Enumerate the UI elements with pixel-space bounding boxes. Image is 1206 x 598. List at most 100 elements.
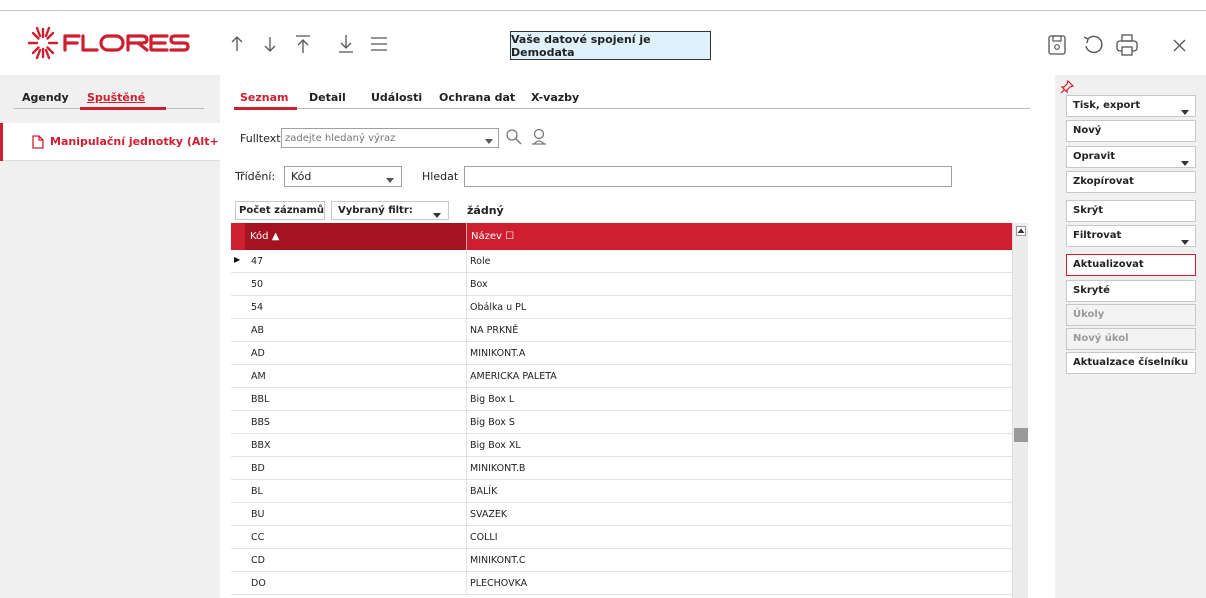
tab-x-vazby-label: X-vazby: [531, 91, 580, 104]
column-header-nazev[interactable]: Název ☐: [466, 223, 1012, 250]
tab-udalosti-label: Události: [371, 91, 423, 104]
arrow-to-top-icon[interactable]: [292, 33, 314, 55]
arrow-down-icon[interactable]: [259, 33, 281, 55]
search-field[interactable]: [464, 166, 952, 187]
tab-udalosti[interactable]: Události: [371, 91, 422, 104]
table-row[interactable]: BBS Big Box S: [231, 411, 1012, 434]
row-selector[interactable]: [231, 319, 245, 341]
aktualzace-ciselniku-button[interactable]: Aktualzace číselníku: [1066, 352, 1196, 374]
table-row[interactable]: BBX Big Box XL: [231, 434, 1012, 457]
cell-nazev: Big Box XL: [470, 440, 521, 451]
document-icon: [32, 135, 44, 152]
chevron-down-icon: [386, 174, 394, 187]
column-divider: [466, 250, 467, 272]
column-header-kod[interactable]: Kód ▲: [245, 223, 466, 250]
row-selector[interactable]: [231, 434, 245, 456]
cell-kod: AM: [251, 371, 266, 382]
row-selector[interactable]: [231, 273, 245, 295]
column-divider: [466, 480, 467, 502]
row-selector[interactable]: [231, 457, 245, 479]
print-icon[interactable]: [1114, 32, 1140, 58]
table-row[interactable]: 54 Obálka u PL: [231, 296, 1012, 319]
column-divider: [466, 319, 467, 341]
cell-nazev: AMERICKA PALETA: [470, 371, 557, 382]
tisk-export-label: Tisk, export: [1073, 100, 1141, 111]
cell-nazev: Big Box L: [470, 394, 515, 405]
row-selector[interactable]: [231, 388, 245, 410]
novy-label: Nový: [1073, 125, 1102, 136]
running-agenda-item[interactable]: Manipulační jednotky (Alt+1): [0, 123, 231, 161]
cell-nazev: Obálka u PL: [470, 302, 527, 313]
table-row[interactable]: BL BALÍK: [231, 480, 1012, 503]
column-divider: [466, 572, 467, 594]
scroll-up-button[interactable]: [1016, 226, 1026, 236]
aktualizovat-button[interactable]: Aktualizovat: [1066, 254, 1196, 276]
table-row[interactable]: BU SVAZEK: [231, 503, 1012, 526]
filtrovat-button[interactable]: Filtrovat: [1066, 225, 1196, 247]
row-selector[interactable]: [231, 503, 245, 525]
advanced-search-icon[interactable]: [530, 128, 548, 149]
fulltext-combobox[interactable]: [281, 128, 499, 148]
cell-kod: CD: [251, 555, 265, 566]
chevron-down-icon[interactable]: [485, 135, 493, 148]
save-icon[interactable]: [1044, 32, 1070, 58]
tab-seznam[interactable]: Seznam: [240, 91, 289, 104]
record-count-button[interactable]: Počet záznamů: [235, 201, 325, 220]
table-row[interactable]: AB NA PRKNĚ: [231, 319, 1012, 342]
data-grid: Kód ▲ Název ☐ ▶ 47 Role 50 Box 54 Obálka u PL A…: [231, 223, 1028, 598]
column-divider: [466, 388, 467, 410]
row-selector[interactable]: ▶: [231, 250, 245, 272]
sorting-select[interactable]: Kód: [284, 166, 402, 187]
table-row[interactable]: BD MINIKONT.B: [231, 457, 1012, 480]
skryte-button[interactable]: Skryté: [1066, 280, 1196, 302]
flores-logo: [25, 23, 225, 63]
tab-ochrana-dat[interactable]: Ochrana dat: [439, 91, 515, 104]
row-selector[interactable]: [231, 342, 245, 364]
filter-select[interactable]: Vybraný filtr:: [331, 201, 449, 220]
hamburger-menu-icon[interactable]: [368, 33, 390, 55]
row-selector[interactable]: [231, 480, 245, 502]
column-divider: [466, 411, 467, 433]
table-row[interactable]: CD MINIKONT.C: [231, 549, 1012, 572]
table-row[interactable]: ▶ 47 Role: [231, 250, 1012, 273]
undo-icon[interactable]: [1080, 32, 1106, 58]
table-row[interactable]: AM AMERICKA PALETA: [231, 365, 1012, 388]
app-header: Vaše datové spojení je Demodata: [0, 11, 1206, 75]
novy-ukol-label: Nový úkol: [1073, 333, 1129, 344]
vertical-scrollbar[interactable]: [1012, 223, 1028, 598]
row-selector[interactable]: [231, 411, 245, 433]
row-selector[interactable]: [231, 296, 245, 318]
filtrovat-label: Filtrovat: [1073, 230, 1122, 241]
table-row[interactable]: DO PLECHOVKA: [231, 572, 1012, 595]
row-selector[interactable]: [231, 526, 245, 548]
table-row[interactable]: CC COLLI: [231, 526, 1012, 549]
table-row[interactable]: AD MINIKONT.A: [231, 342, 1012, 365]
scrollbar-thumb[interactable]: [1014, 428, 1028, 442]
tab-spustene[interactable]: Spuštěné: [87, 91, 145, 104]
filter-value: žádný: [467, 204, 504, 217]
row-selector[interactable]: [231, 549, 245, 571]
table-row[interactable]: BBL Big Box L: [231, 388, 1012, 411]
fulltext-input[interactable]: [285, 130, 480, 146]
close-icon[interactable]: [1167, 32, 1193, 58]
zkopirovat-button[interactable]: Zkopírovat: [1066, 171, 1196, 193]
active-item-bar: [0, 123, 3, 161]
search-icon[interactable]: [505, 128, 523, 149]
novy-ukol-button: Nový úkol: [1066, 328, 1196, 350]
column-divider: [466, 273, 467, 295]
opravit-button[interactable]: Opravit: [1066, 146, 1196, 168]
cell-kod: BBL: [251, 394, 270, 405]
arrow-to-bottom-icon[interactable]: [335, 33, 357, 55]
ukoly-button: Úkoly: [1066, 304, 1196, 326]
skryt-button[interactable]: Skrýt: [1066, 200, 1196, 222]
row-selector[interactable]: [231, 365, 245, 387]
table-row[interactable]: 50 Box: [231, 273, 1012, 296]
tab-agendy[interactable]: Agendy: [22, 91, 69, 104]
running-agenda-label: Manipulační jednotky (Alt+1): [50, 135, 232, 148]
tisk-export-button[interactable]: Tisk, export: [1066, 95, 1196, 117]
arrow-up-icon[interactable]: [226, 33, 248, 55]
novy-button[interactable]: Nový: [1066, 120, 1196, 142]
row-selector[interactable]: [231, 572, 245, 594]
tab-detail[interactable]: Detail: [309, 91, 346, 104]
tab-x-vazby[interactable]: X-vazby: [531, 91, 579, 104]
